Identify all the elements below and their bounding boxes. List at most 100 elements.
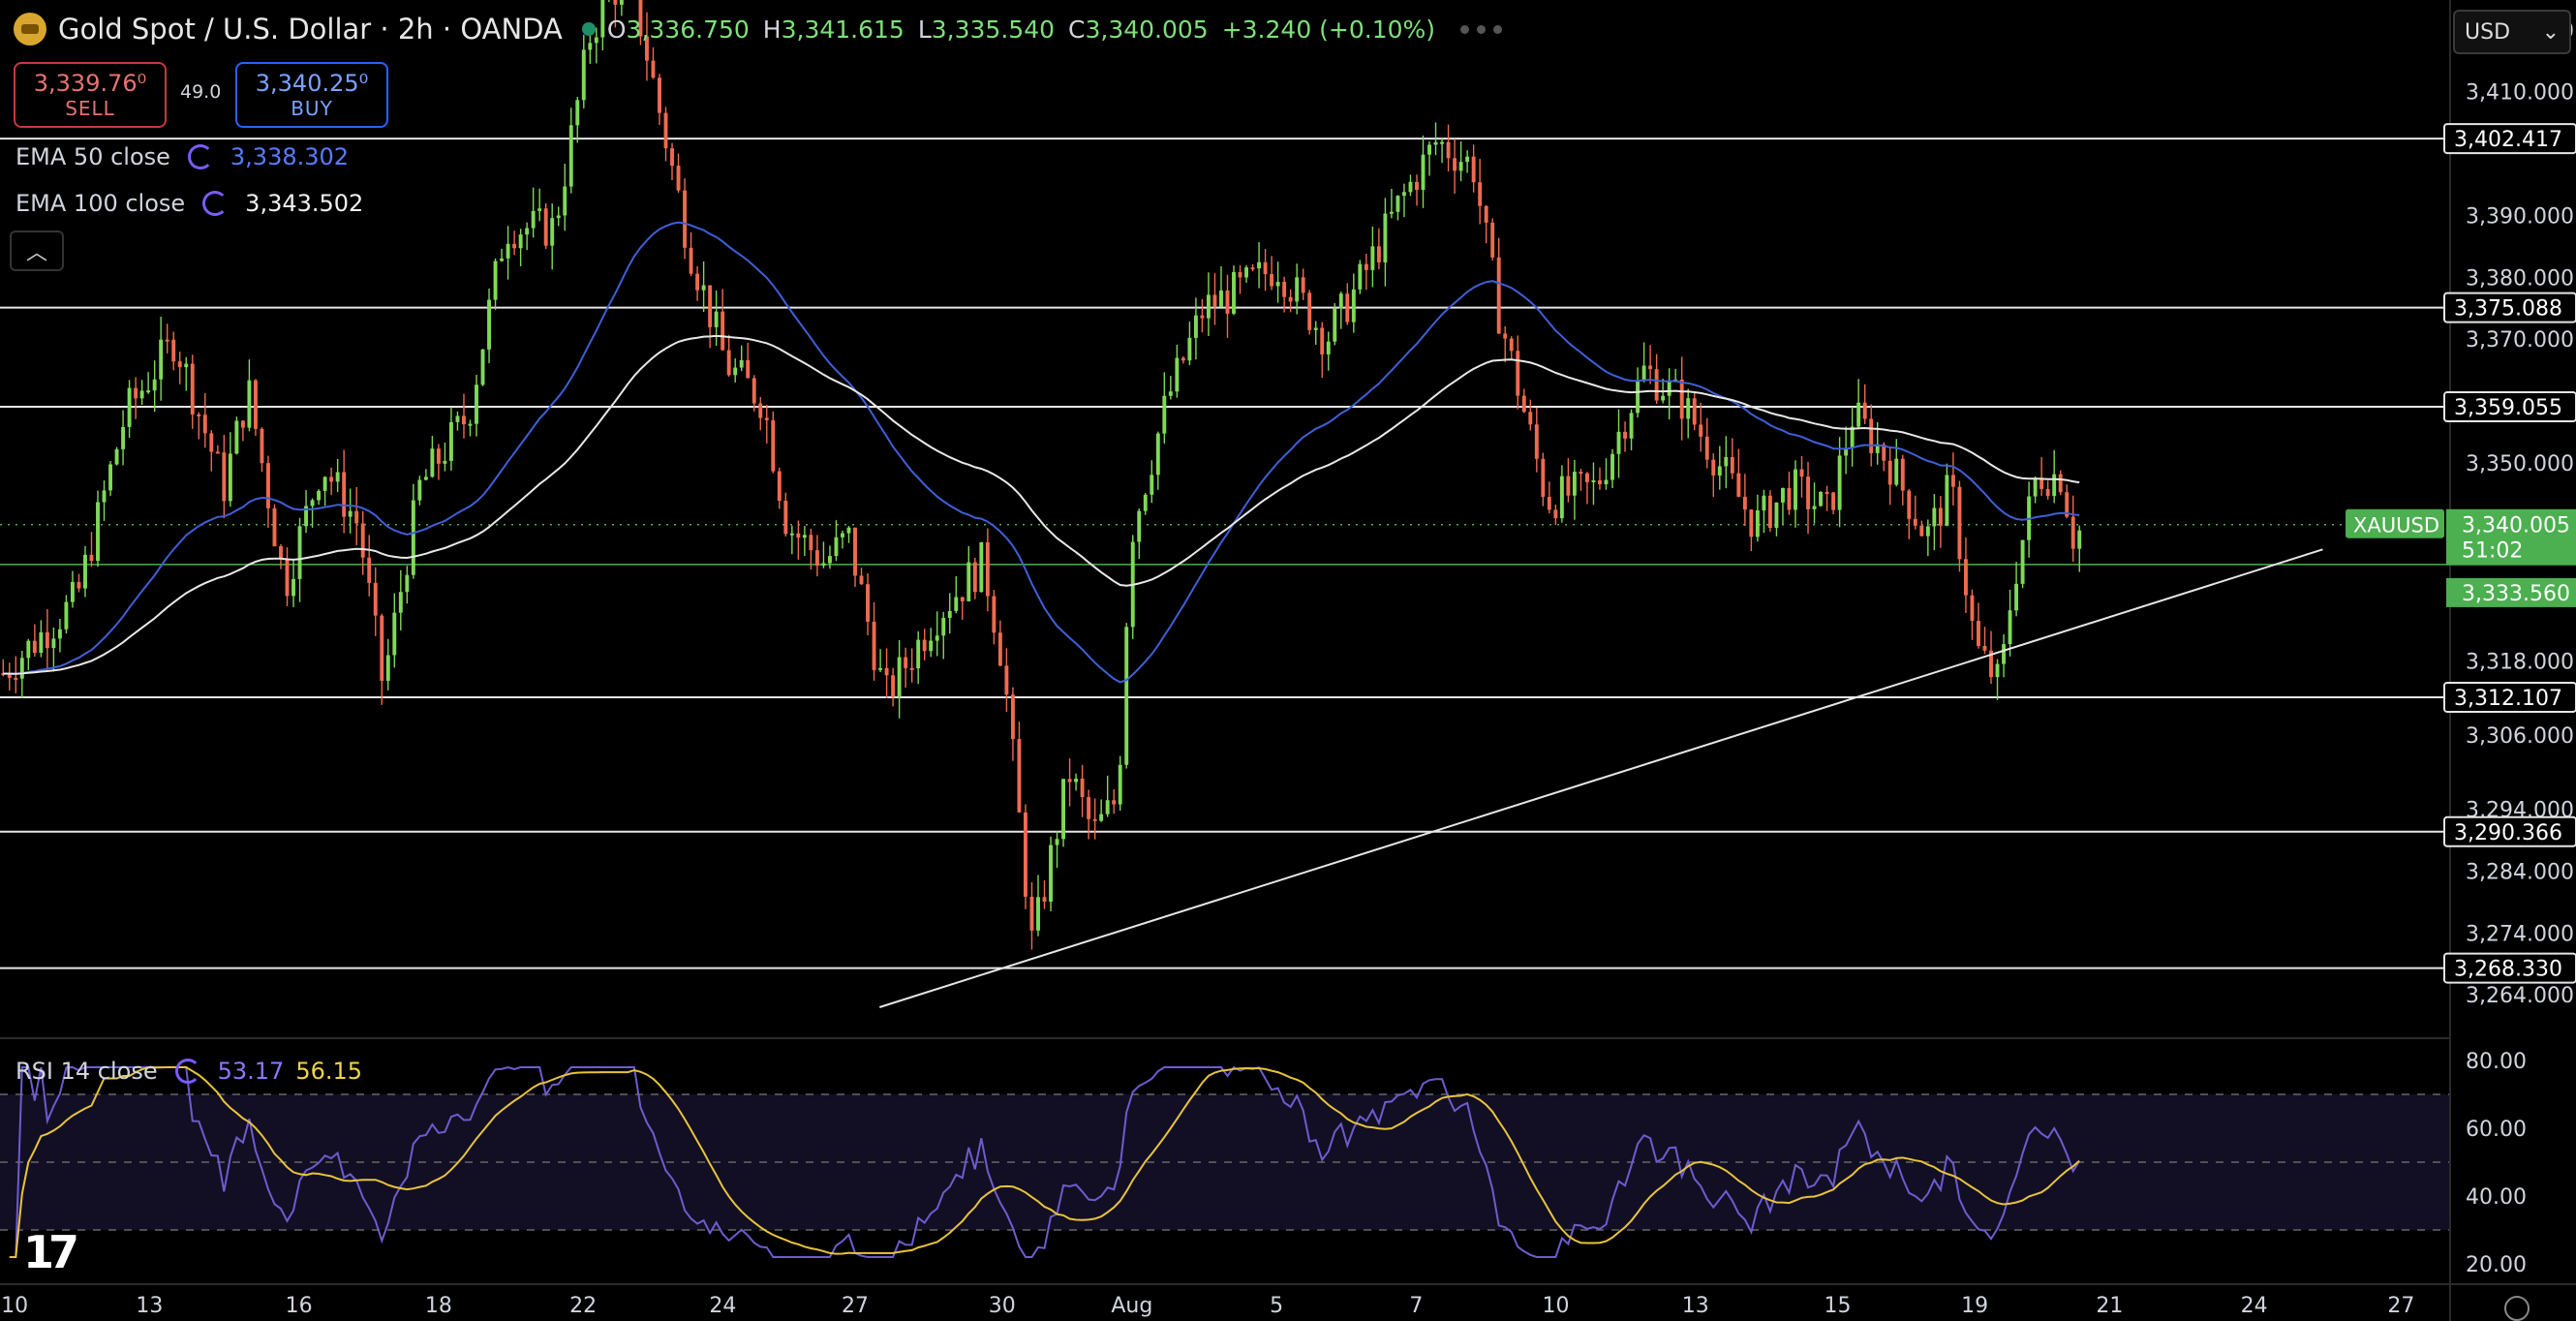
candle-body (992, 596, 997, 633)
candle-body (114, 448, 119, 465)
candle-body (1572, 472, 1577, 496)
rsi-axis[interactable]: 80.00 60.00 40.00 20.00 (2466, 1050, 2527, 1277)
candle-body (1351, 289, 1356, 323)
candle-body (1307, 292, 1312, 330)
candle-body (475, 384, 478, 424)
candle-body (758, 403, 763, 418)
candle-body (878, 667, 883, 670)
candle-body (1137, 510, 1142, 542)
candle-body (317, 490, 322, 501)
candle-body (1206, 294, 1211, 319)
candle-body (1654, 369, 1659, 401)
level-price-tag-label: 3,359.055 (2454, 396, 2562, 420)
settings-icon[interactable] (2504, 1296, 2530, 1321)
price-tick-label: 3,318.000 (2466, 650, 2574, 674)
candle-body (1345, 293, 1350, 323)
time-tick-label: 27 (842, 1294, 869, 1318)
candle-body (1794, 469, 1797, 510)
more-options-icon[interactable] (1460, 24, 1503, 34)
candle-body (171, 339, 176, 362)
time-axis[interactable]: 10 13 16 18 22 24 27 30 Aug 5 7 10 13 15 19 21 24 27 (0, 1283, 2576, 1318)
candle-body (1799, 469, 1804, 477)
candle-body (51, 638, 56, 649)
buy-button[interactable]: 3,340.25⁰ BUY (235, 62, 388, 128)
ema50-legend[interactable]: EMA 50 close 3,338.302 (15, 138, 349, 176)
candle-body (1982, 645, 1987, 651)
time-tick-label: 24 (2241, 1294, 2268, 1318)
time-tick-label: 19 (1961, 1294, 1988, 1318)
candle-body (127, 387, 132, 427)
rsi-value: 53.17 (217, 1058, 285, 1085)
candle-body (152, 379, 157, 391)
ema-50-line (3, 221, 2080, 684)
price-chart[interactable]: 3,420.0003,410.0003,390.0003,380.0003,37… (0, 0, 2576, 1321)
ema100-settings-icon[interactable] (202, 191, 229, 216)
candle-body (568, 125, 573, 187)
candle-body (1446, 141, 1451, 159)
candle-body (1017, 739, 1022, 813)
candle-body (1092, 818, 1097, 821)
candle-body (1338, 293, 1343, 309)
candle-body (177, 361, 182, 368)
candle-body (1541, 458, 1546, 498)
ema50-settings-icon[interactable] (187, 144, 213, 169)
candle-body (1049, 845, 1053, 903)
candle-body (234, 420, 239, 454)
collapse-legend-button[interactable]: ︿ (10, 230, 64, 271)
candle-body (658, 77, 661, 113)
low-value: 3,335.540 (931, 15, 1055, 44)
rsi-tick-label: 20.00 (2466, 1253, 2527, 1277)
candle-body (1970, 595, 1975, 622)
candle-body (1819, 491, 1824, 507)
rsi-settings-icon[interactable] (174, 1059, 200, 1084)
ohlc-readout: O3,336.750 H3,341.615 L3,335.540 C3,340.… (606, 15, 1436, 44)
candle-body (448, 421, 453, 461)
candle-body (789, 533, 794, 536)
candle-body (1427, 144, 1431, 155)
candle-body (972, 562, 977, 593)
price-tick-label: 3,380.000 (2466, 266, 2574, 291)
sell-price: 3,339.76⁰ (33, 70, 147, 97)
candle-body (1641, 365, 1646, 381)
candle-body (1042, 897, 1047, 903)
candle-body (272, 507, 277, 547)
candle-body (1932, 507, 1937, 527)
currency-select[interactable]: USD ⌄ (2453, 10, 2571, 54)
candle-body (190, 363, 195, 415)
time-tick-label: 30 (989, 1294, 1016, 1318)
candle-body (1105, 800, 1110, 814)
price-tick-label: 3,350.000 (2466, 452, 2574, 476)
candle-body (1636, 380, 1641, 414)
sell-button[interactable]: 3,339.76⁰ SELL (14, 62, 167, 128)
tradingview-logo: 17 (23, 1226, 79, 1278)
candle-body (1175, 357, 1180, 392)
candle-body (253, 380, 258, 429)
trendline[interactable] (878, 548, 2323, 1008)
candle-body (506, 243, 510, 259)
candle-body (1503, 333, 1508, 339)
candle-body (367, 557, 372, 583)
candle-body (1112, 800, 1117, 805)
candle-body (240, 420, 245, 428)
candle-body (525, 228, 530, 235)
rsi-legend[interactable]: RSI 14 close 53.17 56.15 (15, 1052, 362, 1091)
candle-body (1521, 395, 1526, 413)
time-tick-label: 16 (286, 1294, 313, 1318)
symbol-title[interactable]: Gold Spot / U.S. Dollar · 2h · OANDA (58, 13, 563, 46)
candle-body (1024, 812, 1027, 897)
candle-body (108, 464, 112, 491)
candle-body (689, 247, 693, 274)
candle-body (897, 657, 902, 697)
candle-body (1471, 156, 1476, 183)
candle-body (1616, 431, 1621, 454)
ema100-legend[interactable]: EMA 100 close 3,343.502 (15, 184, 363, 223)
candle-body (985, 541, 990, 597)
candle-body (392, 612, 397, 656)
candle-body (954, 597, 959, 611)
candle-body (1193, 315, 1198, 338)
candle-body (543, 208, 548, 246)
candle-body (556, 215, 561, 219)
high-value: 3,341.615 (781, 15, 905, 44)
candle-body (550, 218, 555, 246)
candle-body (184, 363, 189, 368)
